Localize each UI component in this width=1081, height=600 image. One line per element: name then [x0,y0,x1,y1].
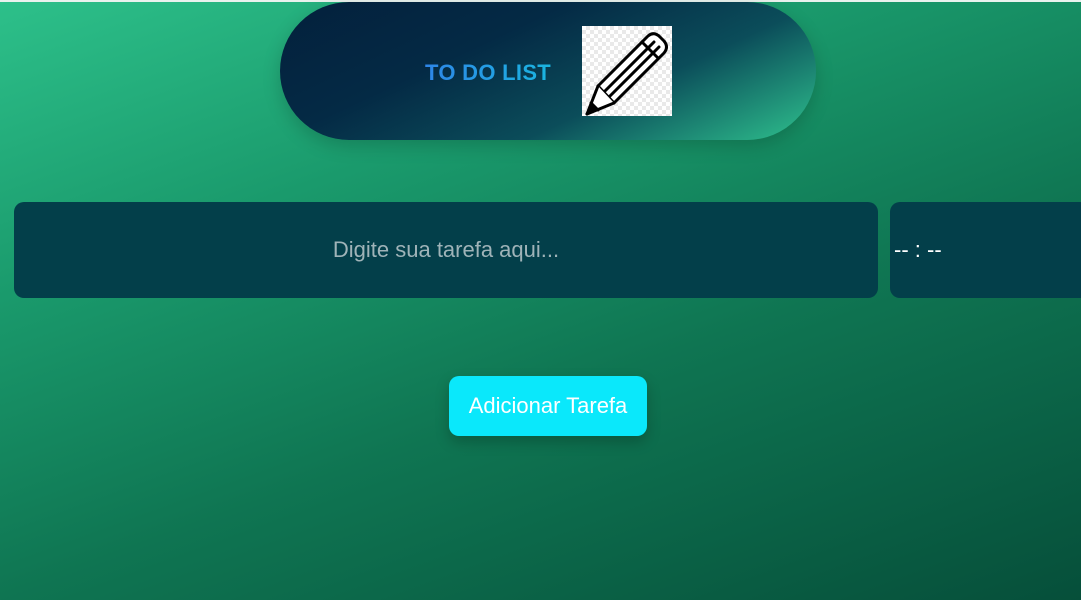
time-input-value: -- : -- [894,237,942,262]
add-task-button[interactable]: Adicionar Tarefa [449,376,647,436]
app-header: TO DO LIST [280,2,816,140]
time-input[interactable]: -- : -- [890,202,1081,298]
pencil-icon [582,26,672,116]
app-title: TO DO LIST [425,60,552,85]
task-input[interactable] [14,202,878,298]
